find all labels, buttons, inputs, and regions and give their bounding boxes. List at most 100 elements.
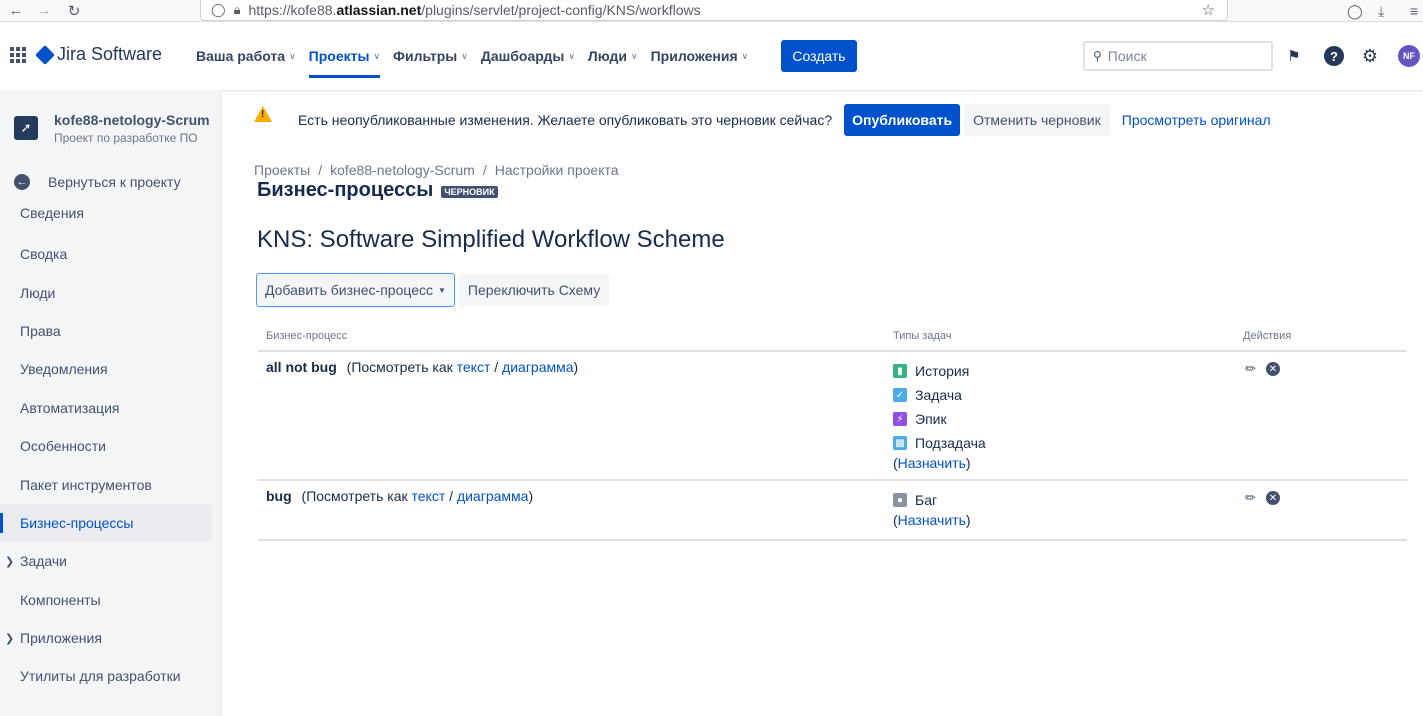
project-sidebar: ➚ kofe88-netology-Scrum Проект по разраб… (0, 90, 222, 716)
reload-icon[interactable]: ↻ (62, 2, 86, 20)
issue-type: ⚡︎ Эпик (893, 407, 1227, 431)
nav-dashboards[interactable]: Дашбоарды ∨ (481, 22, 575, 90)
view-text-link[interactable]: текст (412, 488, 446, 504)
jira-logo[interactable]: Jira Software (35, 44, 163, 65)
breadcrumb-separator: / (482, 162, 487, 178)
back-arrow-icon[interactable]: ← (4, 2, 28, 19)
address-bar[interactable]: ◯ 🔒︎ https://kofe88.atlassian.net/plugin… (200, 0, 1228, 21)
app-switcher-icon[interactable] (10, 47, 26, 63)
issue-type: ✓ Задача (893, 383, 1227, 407)
breadcrumb-project[interactable]: kofe88-netology-Scrum (330, 162, 475, 178)
nav-projects[interactable]: Проекты ∨ (308, 22, 381, 90)
sidebar-item-people[interactable]: Люди (0, 273, 222, 311)
sidebar-item-label: Сводка (20, 246, 68, 263)
sidebar-item-label: Утилиты для разработки (20, 668, 181, 685)
add-workflow-button[interactable]: Добавить бизнес-процесс ▼ (256, 273, 455, 307)
nav-filters[interactable]: Фильтры ∨ (393, 22, 468, 90)
sidebar-item-label: Люди (20, 284, 56, 301)
create-button[interactable]: Создать (781, 40, 857, 72)
assign-link-wrap: (Назначить) (893, 512, 1227, 528)
sidebar-item-toolchain[interactable]: Пакет инструментов (0, 465, 222, 503)
issue-type: ● Баг (893, 488, 1227, 512)
sidebar-item-details[interactable]: Сведения (0, 205, 222, 224)
assign-link[interactable]: Назначить (898, 512, 966, 528)
view-original-link[interactable]: Просмотреть оригинал (1114, 104, 1279, 136)
sidebar-item-components[interactable]: Компоненты (0, 581, 222, 619)
breadcrumb-projects[interactable]: Проекты (254, 162, 310, 178)
main-content: ! Есть неопубликованные изменения. Желае… (222, 90, 1423, 716)
table-row: bug (Посмотреть как текст / диаграмма) ●… (258, 480, 1407, 541)
sidebar-item-workflows[interactable]: Бизнес-процессы (0, 503, 212, 543)
bookmark-star-icon[interactable]: ☆ (1202, 1, 1215, 19)
pocket-icon[interactable]: ◯ (1347, 0, 1363, 22)
menu-icon[interactable]: ≡ (1410, 0, 1418, 22)
help-icon[interactable]: ? (1324, 46, 1344, 66)
page-title: Бизнес-процессы (257, 179, 434, 201)
chevron-down-icon: ∨ (631, 50, 638, 61)
sidebar-item-summary[interactable]: Сводка (0, 235, 222, 273)
breadcrumb-settings[interactable]: Настройки проекта (495, 162, 619, 178)
sidebar-item-apps[interactable]: ❯ Приложения (0, 619, 222, 657)
draft-banner: ! Есть неопубликованные изменения. Желае… (254, 104, 1279, 136)
download-icon[interactable]: ⤓ (1378, 0, 1384, 22)
chevron-right-icon: ❯ (5, 555, 15, 568)
sidebar-item-automation[interactable]: Автоматизация (0, 389, 222, 427)
bug-icon: ● (893, 493, 907, 507)
sidebar-item-permissions[interactable]: Права (0, 312, 222, 350)
view-as-text: (Посмотреть как (301, 488, 408, 504)
edit-pencil-icon[interactable]: ✏︎ (1245, 490, 1256, 506)
jira-diamond-icon (35, 44, 55, 65)
chevron-right-icon: ❯ (5, 632, 15, 645)
avatar[interactable]: NF (1398, 45, 1420, 67)
issue-type-label: Задача (915, 387, 962, 403)
switch-scheme-button[interactable]: Переключить Схему (458, 274, 610, 306)
chevron-down-icon: ∨ (741, 50, 749, 61)
header-workflow: Бизнес-процесс (258, 326, 885, 352)
project-header[interactable]: ➚ kofe88-netology-Scrum Проект по разраб… (14, 112, 210, 145)
epic-icon: ⚡︎ (893, 412, 907, 426)
nav-people[interactable]: Люди ∨ (588, 22, 638, 90)
settings-gear-icon[interactable]: ⚙ (1360, 46, 1380, 66)
sidebar-item-label: Приложения (20, 630, 102, 647)
sidebar-item-label: Сведения (20, 205, 84, 221)
edit-pencil-icon[interactable]: ✏︎ (1245, 361, 1256, 377)
product-name: Jira Software (57, 44, 163, 64)
delete-x-icon[interactable]: ✕ (1265, 491, 1280, 505)
search-input[interactable]: ⚲ Поиск (1083, 41, 1273, 71)
search-icon: ⚲ (1093, 49, 1102, 63)
publish-button[interactable]: Опубликовать (844, 104, 961, 136)
sidebar-item-label: Компоненты (20, 591, 101, 608)
delete-x-icon[interactable]: ✕ (1265, 362, 1280, 376)
nav-your-work[interactable]: Ваша работа ∨ (196, 22, 296, 90)
slash-text: / (449, 488, 454, 504)
back-to-project-link[interactable]: ← Вернуться к проекту (14, 174, 181, 190)
url-text: https://kofe88.atlassian.net/plugins/ser… (248, 2, 701, 18)
discard-draft-button[interactable]: Отменить черновик (964, 104, 1110, 136)
sidebar-item-dev-tools[interactable]: Утилиты для разработки (0, 657, 222, 695)
sidebar-nav: Сведения Сводка Люди Права Уведомления А… (0, 205, 222, 696)
chevron-down-icon: ▼ (438, 285, 446, 295)
assign-link[interactable]: Назначить (898, 455, 966, 471)
view-diagram-link[interactable]: диаграмма (457, 488, 529, 504)
view-diagram-link[interactable]: диаграмма (502, 359, 574, 375)
arrow-left-circle-icon: ← (14, 174, 30, 190)
header-actions: Действия (1235, 326, 1407, 352)
close-paren-text: ) (573, 359, 579, 375)
sidebar-item-label: Автоматизация (20, 399, 120, 416)
sidebar-item-issues[interactable]: ❯ Задачи (0, 542, 222, 580)
sidebar-item-notifications[interactable]: Уведомления (0, 350, 222, 388)
forward-arrow-icon[interactable]: → (32, 2, 56, 19)
view-text-link[interactable]: текст (457, 359, 491, 375)
nav-apps[interactable]: Приложения ∨ (651, 22, 749, 90)
paren-text: ) (965, 455, 971, 471)
sidebar-item-label: Задачи (20, 553, 68, 570)
notifications-icon[interactable]: ⚑ (1284, 46, 1304, 66)
breadcrumb-separator: / (318, 162, 323, 178)
sidebar-item-features[interactable]: Особенности (0, 427, 222, 465)
project-type: Проект по разработке ПО (54, 131, 198, 145)
task-icon: ✓ (893, 388, 907, 402)
scheme-title: KNS: Software Simplified Workflow Scheme (257, 226, 725, 253)
breadcrumb: Проекты / kofe88-netology-Scrum / Настройки … (254, 162, 619, 178)
chevron-down-icon: ∨ (289, 50, 296, 61)
sidebar-item-label: Права (20, 322, 61, 339)
